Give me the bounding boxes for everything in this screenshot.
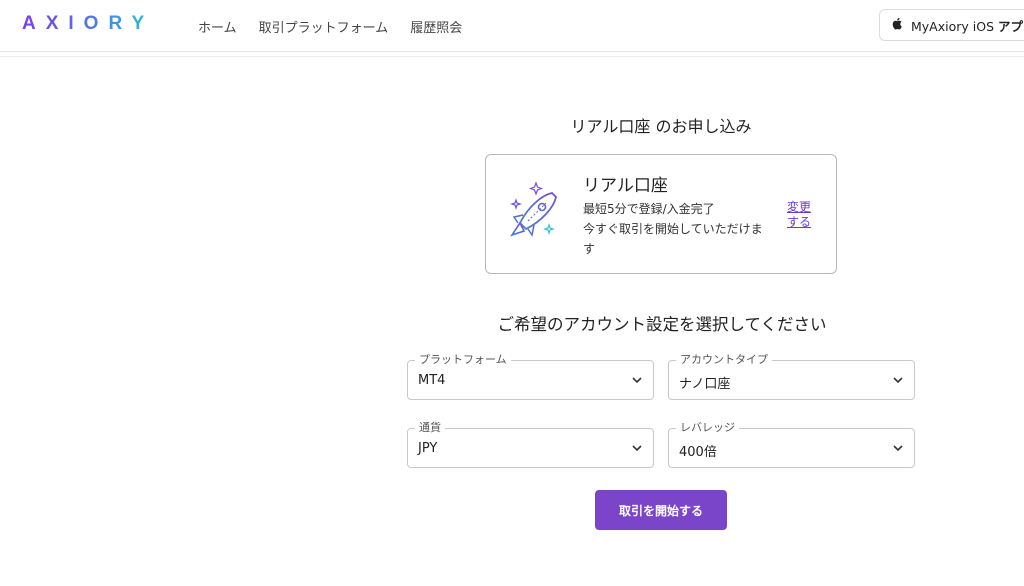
chevron-down-icon [632,445,642,452]
nav-trading-platform[interactable]: 取引プラットフォーム [259,17,389,36]
leverage-value: 400倍 [679,445,717,460]
nav-history[interactable]: 履歴照会 [410,17,462,36]
description-line: 最短5分で登録/入金完了 [583,202,715,216]
description-line: す [583,242,596,256]
rocket-icon [504,177,564,247]
axiory-logo[interactable]: AXIORY [22,13,154,35]
account-type-value: ナノ口座 [679,377,731,392]
platform-value: MT4 [418,373,446,388]
real-account-card: リアル口座 最短5分で登録/入金完了 今すぐ取引を開始していただけま す 変更す… [485,154,837,274]
page-title: リアル口座 のお申し込み [570,117,752,136]
myaxiory-ios-app-button[interactable]: MyAxiory iOS アプリ [879,9,1024,41]
account-card-description: 最短5分で登録/入金完了 今すぐ取引を開始していただけま す [583,199,788,259]
top-header: AXIORY ホーム 取引プラットフォーム 履歴照会 MyAxiory iOS … [0,0,1024,52]
apple-icon [892,17,903,33]
account-card-title: リアル口座 [583,176,668,196]
chevron-down-icon [893,445,903,452]
main-nav: ホーム 取引プラットフォーム 履歴照会 [198,17,462,36]
currency-select[interactable]: 通貨 JPY [407,421,654,468]
account-type-label: アカウントタイプ [676,353,772,367]
nav-home[interactable]: ホーム [198,17,237,36]
chevron-down-icon [893,377,903,384]
platform-select[interactable]: プラットフォーム MT4 [407,353,654,400]
leverage-label: レバレッジ [676,421,739,435]
leverage-select[interactable]: レバレッジ 400倍 [668,421,915,468]
currency-value: JPY [418,441,438,456]
platform-label: プラットフォーム [415,353,511,367]
description-line: 今すぐ取引を開始していただけま [583,222,763,236]
header-divider [0,56,1024,57]
start-trading-button[interactable]: 取引を開始する [595,490,727,530]
currency-label: 通貨 [415,421,445,435]
account-type-select[interactable]: アカウントタイプ ナノ口座 [668,353,915,400]
settings-title: ご希望のアカウント設定を選択してください [497,315,827,334]
app-button-label: MyAxiory iOS アプリ [911,18,1024,34]
chevron-down-icon [632,377,642,384]
change-account-link[interactable]: 変更する [787,200,819,230]
